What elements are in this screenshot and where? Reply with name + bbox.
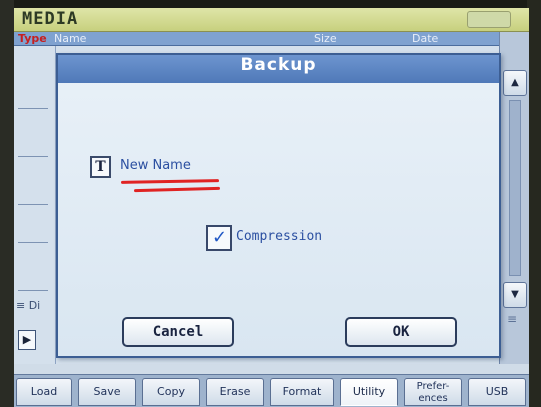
page-title: MEDIA [22,9,79,29]
ok-button[interactable]: OK [345,317,457,347]
tab-utility[interactable]: Utility [340,378,398,406]
arrow-down-icon: ▼ [511,289,519,300]
file-list-type-column [14,46,56,364]
dialog-title: Backup [58,55,499,83]
backup-dialog: Backup T New Name ✓ Compression Cancel O… [56,53,501,358]
tab-erase[interactable]: Erase [206,378,264,406]
tab-copy[interactable]: Copy [142,378,200,406]
play-button[interactable]: ▶ [18,330,36,350]
tab-usb[interactable]: USB [468,378,526,406]
text-edit-icon[interactable]: T [90,156,111,178]
tab-format[interactable]: Format [270,378,334,406]
cancel-button[interactable]: Cancel [122,317,234,347]
scroll-up-button[interactable]: ▲ [503,70,527,96]
list-row-divider [18,156,48,157]
compression-checkbox[interactable]: ✓ [206,225,232,251]
column-header-size[interactable]: Size [314,32,337,45]
device-bezel-left [0,0,14,407]
annotation-underline [120,179,220,184]
list-row-divider [18,290,48,291]
tab-preferences[interactable]: Prefer- ences [404,378,462,406]
tab-save[interactable]: Save [78,378,136,406]
column-header-date[interactable]: Date [412,32,438,45]
arrow-up-icon: ▲ [511,77,519,88]
backup-name-field[interactable]: New Name [120,158,191,173]
list-row-divider [18,108,48,109]
bottom-tab-bar: Load Save Copy Erase Format Utility Pref… [14,374,529,407]
annotation-underline [133,186,221,193]
device-bezel-right [527,0,541,407]
checkmark-icon: ✓ [212,227,228,248]
column-header-name[interactable]: Name [54,32,86,45]
text-edit-glyph: T [95,159,106,175]
file-list-header: Type Name Size Date [14,32,499,46]
list-row-divider [18,242,48,243]
scroll-down-button[interactable]: ▼ [503,282,527,308]
play-icon: ▶ [22,333,32,346]
header-menu-button[interactable] [467,11,511,28]
page-header: MEDIA [14,8,529,32]
list-row-divider [18,204,48,205]
scroll-menu-icon[interactable]: ≡ [507,312,517,326]
column-header-type[interactable]: Type [18,32,47,45]
scrollbar[interactable]: ▲ ▼ ≡ [499,32,529,364]
touch-screen: MEDIA Type Name Size Date ≡ Di ▶ ▲ ▼ ≡ B… [14,8,529,407]
compression-label[interactable]: Compression [236,229,322,244]
scroll-track[interactable] [509,100,521,276]
directory-label: ≡ Di [16,299,41,312]
tab-load[interactable]: Load [16,378,72,406]
